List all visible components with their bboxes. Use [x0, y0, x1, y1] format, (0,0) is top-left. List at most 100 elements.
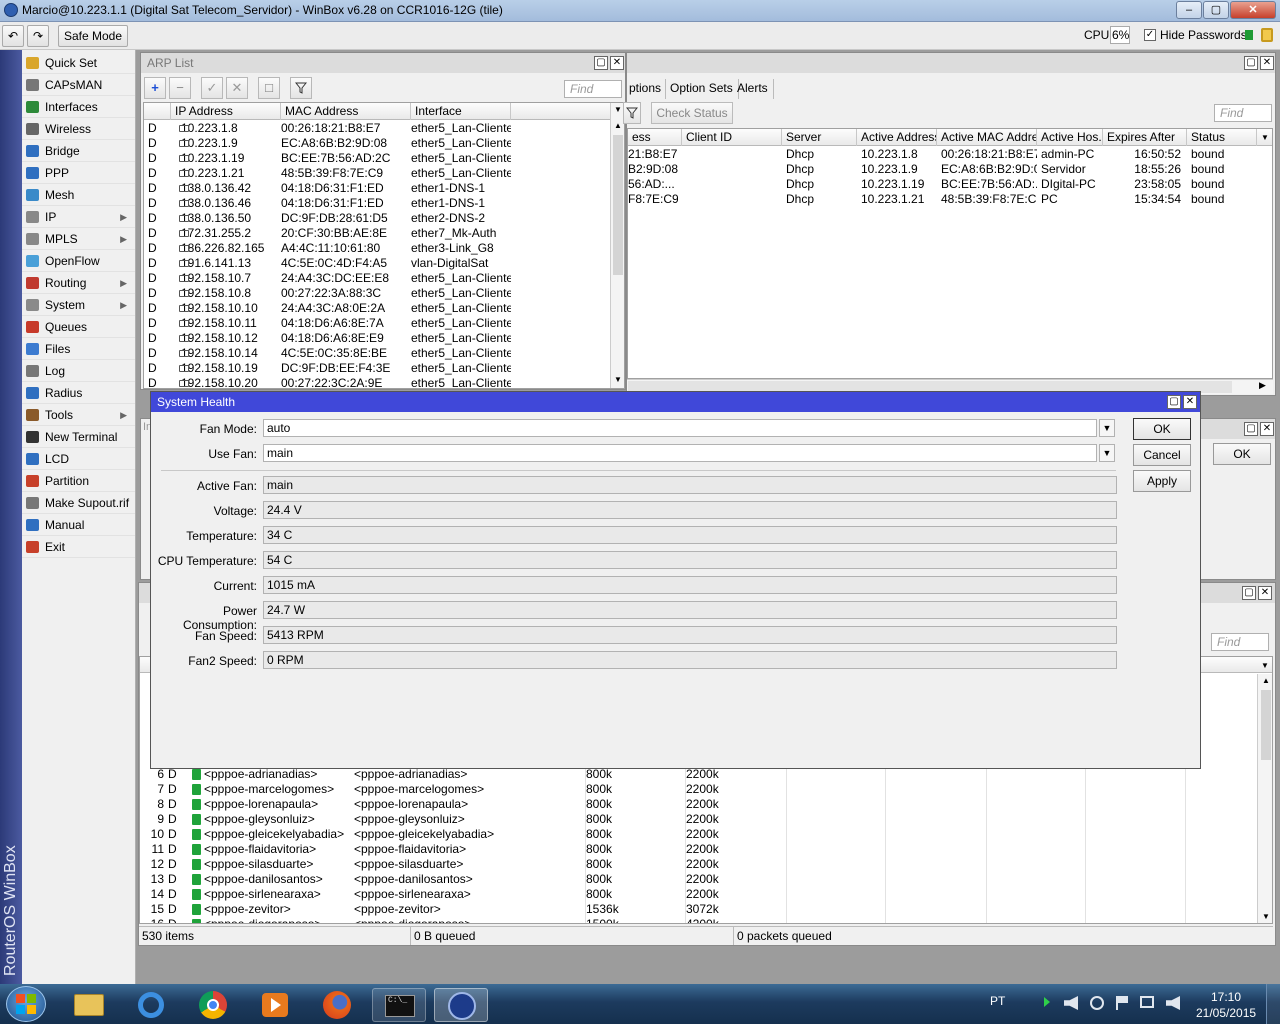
- sidebar-item-partition[interactable]: Partition: [22, 470, 135, 492]
- disable-icon[interactable]: ✕: [226, 77, 248, 99]
- sidebar-item-manual[interactable]: Manual: [22, 514, 135, 536]
- table-row[interactable]: D 191.6.141.13 4C:5E:0C:4D:F4:A5 vlan-Digit…: [144, 256, 610, 271]
- col-server[interactable]: Server: [782, 129, 857, 146]
- table-row[interactable]: 56:AD:... Dhcp 10.223.1.19 BC:EE:7B:56:AD:.…: [628, 177, 1272, 192]
- table-row[interactable]: D 138.0.136.46 04:18:D6:31:F1:ED ether1-DNS…: [144, 196, 610, 211]
- winbox-icon[interactable]: [434, 988, 488, 1022]
- bg-maximize-button[interactable]: ▢: [1244, 422, 1258, 436]
- speaker-icon[interactable]: [1166, 996, 1180, 1010]
- table-row[interactable]: 14 D <pppoe-sirlenearaxa> <pppoe-sirleneara…: [140, 887, 1256, 902]
- sidebar-item-ppp[interactable]: PPP: [22, 162, 135, 184]
- table-row[interactable]: 9 D <pppoe-gleysonluiz> <pppoe-gleysonluiz>…: [140, 812, 1256, 827]
- col-ip-address[interactable]: IP Address: [171, 103, 281, 120]
- col-active-mac[interactable]: Active MAC Addre...: [937, 129, 1037, 146]
- ie-icon[interactable]: [124, 988, 178, 1022]
- firefox-icon[interactable]: [310, 988, 364, 1022]
- sidebar-item-queues[interactable]: Queues: [22, 316, 135, 338]
- sidebar-item-system[interactable]: System ▶: [22, 294, 135, 316]
- sidebar-item-wireless[interactable]: Wireless: [22, 118, 135, 140]
- table-row[interactable]: F8:7E:C9 Dhcp 10.223.1.21 48:5B:39:F8:7E:C9…: [628, 192, 1272, 207]
- sidebar-item-radius[interactable]: Radius: [22, 382, 135, 404]
- sidebar-item-log[interactable]: Log: [22, 360, 135, 382]
- cmd-icon[interactable]: C:\_: [372, 988, 426, 1022]
- chrome-icon[interactable]: [186, 988, 240, 1022]
- table-row[interactable]: 10 D <pppoe-gleicekelyabadia> <pppoe-gleice…: [140, 827, 1256, 842]
- dhcp-close-button[interactable]: ✕: [1260, 56, 1274, 70]
- filter-icon[interactable]: [290, 77, 312, 99]
- safe-mode-button[interactable]: Safe Mode: [58, 25, 128, 47]
- show-desktop-button[interactable]: [1266, 984, 1280, 1024]
- fan-mode-select[interactable]: auto: [263, 419, 1097, 437]
- table-row[interactable]: 8 D <pppoe-lorenapaula> <pppoe-lorenapaula>…: [140, 797, 1256, 812]
- ok-button[interactable]: OK: [1133, 418, 1191, 440]
- table-row[interactable]: 6 D <pppoe-adrianadias> <pppoe-adrianadias>…: [140, 767, 1256, 782]
- table-row[interactable]: 7 D <pppoe-marcelogomes> <pppoe-marcelogome…: [140, 782, 1256, 797]
- table-row[interactable]: D 192.158.10.19 DC:9F:DB:EE:F4:3E ether5_La…: [144, 361, 610, 376]
- tab-options[interactable]: ptions: [627, 79, 667, 99]
- column-menu-icon[interactable]: ▼: [1257, 129, 1272, 146]
- add-icon[interactable]: +: [144, 77, 166, 99]
- sidebar-item-quick-set[interactable]: Quick Set: [22, 52, 135, 74]
- update-icon[interactable]: [1090, 996, 1104, 1010]
- show-hidden-icons[interactable]: [1044, 997, 1050, 1007]
- sidebar-item-capsman[interactable]: CAPsMAN: [22, 74, 135, 96]
- close-button[interactable]: ✕: [1230, 1, 1276, 19]
- minimize-button[interactable]: –: [1176, 1, 1202, 19]
- health-maximize-button[interactable]: ▢: [1167, 395, 1181, 409]
- table-row[interactable]: 21:B8:E7 Dhcp 10.223.1.8 00:26:18:21:B8:E7 a…: [628, 147, 1272, 162]
- table-row[interactable]: D 192.158.10.12 04:18:D6:A6:8E:E9 ether5_La…: [144, 331, 610, 346]
- table-row[interactable]: D 10.223.1.19 BC:EE:7B:56:AD:2C ether5_Lan-…: [144, 151, 610, 166]
- table-row[interactable]: D 192.158.10.8 00:27:22:3A:88:3C ether5_Lan…: [144, 286, 610, 301]
- use-fan-dropdown-icon[interactable]: ▼: [1099, 444, 1115, 462]
- remove-icon[interactable]: −: [169, 77, 191, 99]
- fan-mode-dropdown-icon[interactable]: ▼: [1099, 419, 1115, 437]
- sidebar-item-files[interactable]: Files: [22, 338, 135, 360]
- use-fan-select[interactable]: main: [263, 444, 1097, 462]
- apply-button[interactable]: Apply: [1133, 470, 1191, 492]
- bg-ok-button[interactable]: OK: [1213, 443, 1271, 465]
- table-row[interactable]: D 192.158.10.20 00:27:22:3C:2A:9E ether5_La…: [144, 376, 610, 388]
- maximize-button[interactable]: ▢: [1203, 1, 1229, 19]
- table-row[interactable]: D 10.223.1.8 00:26:18:21:B8:E7 ether5_Lan-C…: [144, 121, 610, 136]
- filter-icon[interactable]: [623, 102, 641, 124]
- arp-find-input[interactable]: Find: [564, 80, 622, 98]
- dhcp-find-input[interactable]: Find: [1214, 104, 1272, 122]
- sidebar-item-tools[interactable]: Tools ▶: [22, 404, 135, 426]
- arp-scrollbar[interactable]: ▼ ▲ ▼: [610, 103, 624, 388]
- health-close-button[interactable]: ✕: [1183, 395, 1197, 409]
- redo-button[interactable]: ↷: [27, 25, 49, 47]
- check-status-button[interactable]: Check Status: [651, 102, 733, 124]
- table-row[interactable]: D 138.0.136.50 DC:9F:DB:28:61:D5 ether2-DNS…: [144, 211, 610, 226]
- hide-passwords-checkbox[interactable]: ✓: [1144, 29, 1156, 41]
- tab-option-sets[interactable]: Option Sets: [665, 79, 739, 99]
- col-client-id[interactable]: Client ID: [682, 129, 782, 146]
- start-button[interactable]: [6, 986, 46, 1022]
- sidebar-item-routing[interactable]: Routing ▶: [22, 272, 135, 294]
- enable-icon[interactable]: ✓: [201, 77, 223, 99]
- table-row[interactable]: D 192.158.10.10 24:A4:3C:A8:0E:2A ether5_La…: [144, 301, 610, 316]
- queues-scrollbar[interactable]: ▲ ▼: [1257, 674, 1272, 923]
- action-center-icon[interactable]: [1116, 996, 1128, 1010]
- sidebar-item-new-terminal[interactable]: New Terminal: [22, 426, 135, 448]
- volume-icon[interactable]: [1064, 996, 1078, 1010]
- table-row[interactable]: 11 D <pppoe-flaidavitoria> <pppoe-flaidavit…: [140, 842, 1256, 857]
- col-mac-address[interactable]: ess: [628, 129, 682, 146]
- sidebar-item-exit[interactable]: Exit: [22, 536, 135, 558]
- queues-find-input[interactable]: Find: [1211, 633, 1269, 651]
- sidebar-item-interfaces[interactable]: Interfaces: [22, 96, 135, 118]
- media-player-icon[interactable]: [248, 988, 302, 1022]
- col-flags[interactable]: [144, 103, 171, 120]
- col-expires-after[interactable]: Expires After: [1103, 129, 1187, 146]
- clock-time[interactable]: 17:10: [1211, 990, 1241, 1004]
- sidebar-item-bridge[interactable]: Bridge: [22, 140, 135, 162]
- sidebar-item-mpls[interactable]: MPLS ▶: [22, 228, 135, 250]
- clock-date[interactable]: 21/05/2015: [1196, 1006, 1256, 1020]
- col-active-host[interactable]: Active Hos...: [1037, 129, 1103, 146]
- comment-icon[interactable]: □: [258, 77, 280, 99]
- col-status[interactable]: Status: [1187, 129, 1257, 146]
- sidebar-item-openflow[interactable]: OpenFlow: [22, 250, 135, 272]
- cancel-button[interactable]: Cancel: [1133, 444, 1191, 466]
- column-menu-icon[interactable]: ▼: [1257, 657, 1272, 674]
- col-active-address[interactable]: Active Address: [857, 129, 937, 146]
- table-row[interactable]: D 192.158.10.7 24:A4:3C:DC:EE:E8 ether5_Lan…: [144, 271, 610, 286]
